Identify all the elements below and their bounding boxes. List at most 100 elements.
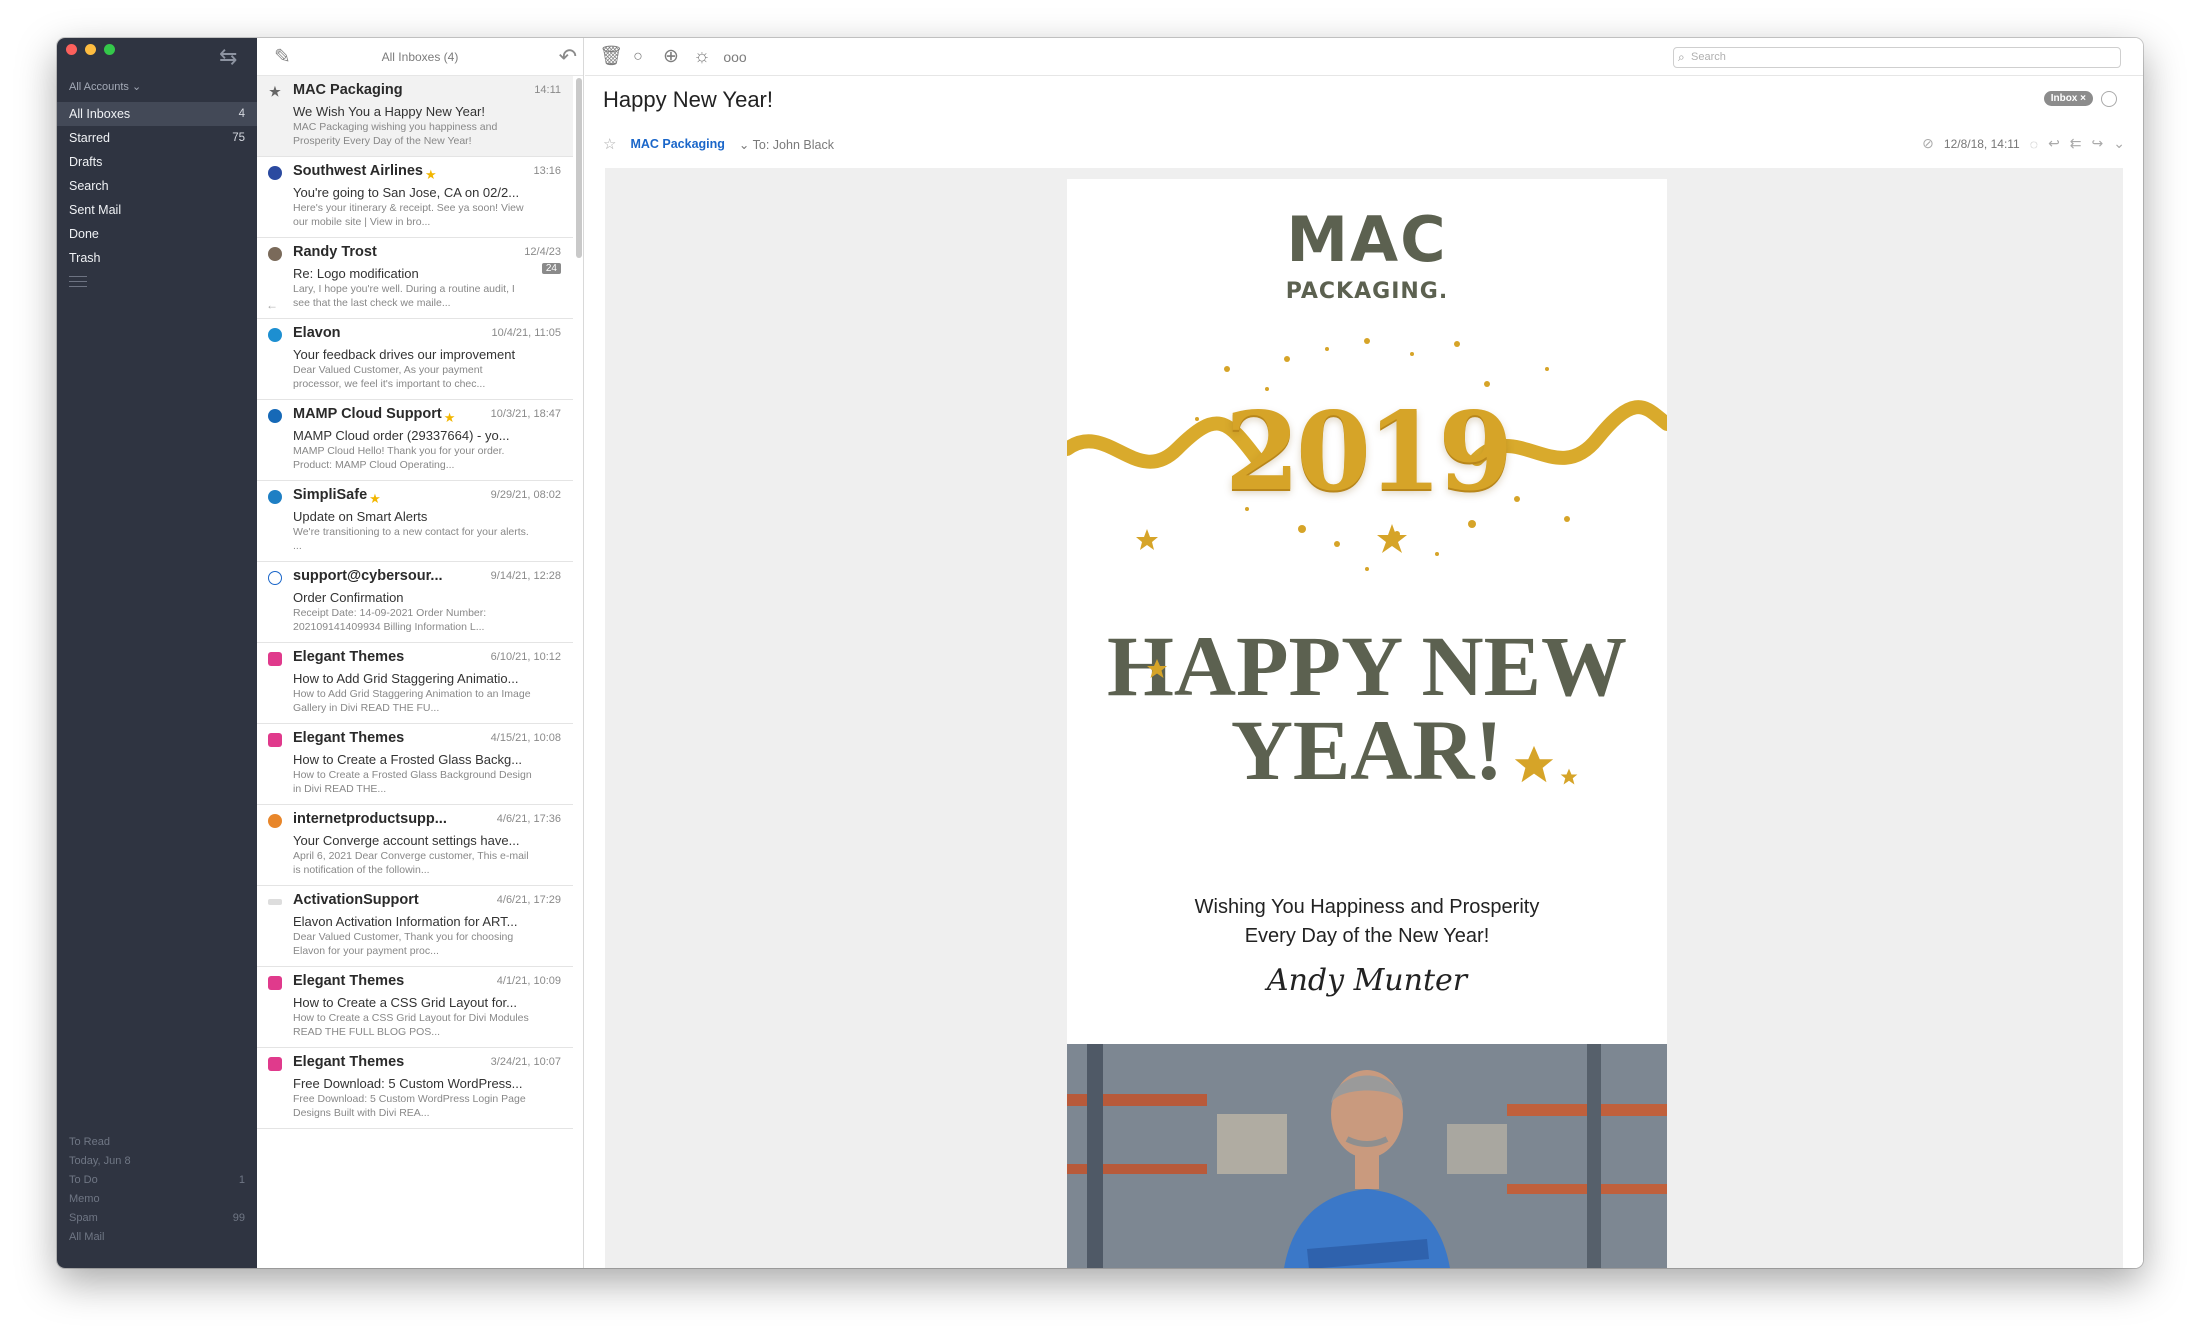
sidebar-item-starred[interactable]: Starred 75	[57, 126, 257, 150]
list-item[interactable]: Elegant Themes 4/15/21, 10:08 How to Cre…	[257, 724, 573, 805]
sidebar-item-label: All Mail	[69, 1231, 105, 1243]
list-item[interactable]: MAMP Cloud Support ★ 10/3/21, 18:47 MAMP …	[257, 400, 573, 481]
sidebar-item-label: Memo	[69, 1193, 100, 1205]
message-list-pane: ✎ All Inboxes (4) ↶ ★ MAC Packaging 14:1…	[257, 38, 584, 1268]
sidebar-item-label: Search	[69, 179, 109, 193]
sidebar-item-label: Trash	[69, 251, 101, 265]
message-date: 10/3/21, 18:47	[490, 408, 561, 420]
message-sender: Elegant Themes	[293, 649, 405, 665]
star-icon[interactable]: ☆	[603, 135, 616, 153]
sidebar-item-label: Starred	[69, 131, 110, 145]
more-actions-icon[interactable]: ooo	[722, 45, 748, 69]
move-icon[interactable]: ⊕	[658, 45, 684, 69]
sidebar-item-to-read[interactable]: To Read	[57, 1136, 257, 1155]
list-item[interactable]: Elavon 10/4/21, 11:05 Your feedback driv…	[257, 319, 573, 400]
message-preview: Dear Valued Customer, Thank you for choo…	[293, 931, 514, 957]
message-subject: How to Create a CSS Grid Layout for...	[293, 995, 517, 1010]
message-sender: MAC Packaging	[293, 82, 403, 98]
sender-avatar-icon	[268, 899, 282, 905]
recipient-line[interactable]: ⌄ To: John Black	[739, 137, 834, 152]
sidebar-item-all-mail[interactable]: All Mail	[57, 1231, 257, 1250]
more-mailboxes-icon[interactable]	[69, 276, 87, 287]
sender-avatar-icon	[268, 1057, 282, 1071]
sender-avatar-icon	[268, 814, 282, 828]
message-date: 4/15/21, 10:08	[490, 732, 561, 744]
star-decoration-icon	[1514, 745, 1554, 783]
reply-icon[interactable]: ↩	[2048, 135, 2060, 152]
reply-all-icon[interactable]: ↶	[559, 44, 577, 70]
list-item[interactable]: support@cybersour... 9/14/21, 12:28 Orde…	[257, 562, 573, 643]
message-date: 9/14/21, 12:28	[490, 570, 561, 582]
list-item[interactable]: internetproductsupp... 4/6/21, 17:36 You…	[257, 805, 573, 886]
sender-name[interactable]: MAC Packaging	[630, 137, 724, 151]
mark-done-button[interactable]	[2101, 91, 2117, 107]
sidebar-item-to-do[interactable]: To Do 1	[57, 1174, 257, 1193]
zoom-window-button[interactable]	[104, 44, 115, 55]
close-window-button[interactable]	[66, 44, 77, 55]
search-input[interactable]: ⌕ Search	[1673, 47, 2121, 68]
message-date: 12/4/23	[524, 246, 561, 258]
message-sender: ActivationSupport	[293, 892, 419, 908]
sidebar-item-label: Drafts	[69, 155, 103, 169]
sender-avatar-icon	[268, 652, 282, 666]
sidebar-item-spam[interactable]: Spam 99	[57, 1212, 257, 1231]
mark-done-icon[interactable]: ○	[625, 45, 651, 69]
list-item[interactable]: Southwest Airlines ★ 13:16 You're going t…	[257, 157, 573, 238]
message-datetime: 12/8/18, 14:11	[1943, 136, 2020, 151]
list-item[interactable]: SimpliSafe ★ 9/29/21, 08:02 Update on Sma…	[257, 481, 573, 562]
reader-toolbar: 🗑 ○ ⊕ ☼ ooo ⌕ Search	[585, 38, 2143, 76]
message-date: 14:11	[534, 84, 561, 96]
message-subject: MAMP Cloud order (29337664) - yo...	[293, 428, 510, 443]
inbox-tag[interactable]: Inbox ×	[2043, 91, 2093, 106]
forward-icon[interactable]: ↪	[2092, 135, 2104, 152]
snooze-icon[interactable]: ☼	[689, 45, 715, 69]
greeting-line-2: Every Day of the New Year!	[1244, 925, 1490, 947]
list-item[interactable]: Elegant Themes 4/1/21, 10:09 How to Crea…	[257, 967, 573, 1048]
minimize-window-button[interactable]	[85, 44, 96, 55]
trash-icon[interactable]: 🗑	[598, 45, 624, 69]
message-sender: internetproductsupp...	[293, 811, 447, 827]
list-scrollbar[interactable]	[576, 78, 582, 258]
star-decoration-icon	[1147, 659, 1167, 678]
thread-count-badge: 24	[541, 263, 561, 274]
message-preview: Dear Valued Customer, As your payment pr…	[293, 364, 486, 390]
list-item[interactable]: ActivationSupport 4/6/21, 17:29 Elavon A…	[257, 886, 573, 967]
list-item[interactable]: Elegant Themes 3/24/21, 10:07 Free Downl…	[257, 1048, 573, 1129]
message-date: 9/29/21, 08:02	[490, 489, 561, 501]
replied-icon: ←	[266, 298, 278, 312]
sender-avatar-icon	[268, 166, 282, 180]
list-item[interactable]: Elegant Themes 6/10/21, 10:12 How to Add…	[257, 643, 573, 724]
sender-avatar-icon	[268, 409, 282, 423]
sender-avatar-icon	[268, 328, 282, 342]
message-preview: MAMP Cloud Hello! Thank you for your ord…	[293, 445, 505, 471]
mailbox-list: All Inboxes 4 Starred 75 Drafts Search Sen…	[57, 102, 257, 291]
sidebar-item-all-inboxes[interactable]: All Inboxes 4	[57, 102, 257, 126]
search-placeholder: Search	[1691, 51, 1726, 63]
message-subject: Your feedback drives our improvement	[293, 347, 516, 362]
sidebar-item-count: 4	[238, 108, 245, 120]
star-icon[interactable]: ★	[268, 85, 282, 99]
attachment-icon[interactable]: ⊘	[1922, 135, 1934, 152]
sidebar-item-done[interactable]: Done	[57, 222, 257, 246]
comment-icon[interactable]: ◌	[2030, 136, 2038, 152]
message-preview: How to Add Grid Staggering Animation to …	[293, 688, 531, 714]
accounts-selector[interactable]: All Accounts ⌄	[69, 80, 141, 93]
sender-avatar-icon	[268, 976, 282, 990]
sync-icon[interactable]: ⇆	[219, 46, 237, 68]
chevron-down-icon[interactable]: ⌄	[2113, 135, 2125, 152]
sidebar-item-search[interactable]: Search	[57, 174, 257, 198]
sidebar-item-sent-mail[interactable]: Sent Mail	[57, 198, 257, 222]
message-sender: Elavon	[293, 325, 341, 341]
sidebar-item-drafts[interactable]: Drafts	[57, 150, 257, 174]
sidebar-item-trash[interactable]: Trash	[57, 246, 257, 270]
message-date: 4/1/21, 10:09	[496, 975, 561, 987]
sidebar-item-today[interactable]: Today, Jun 8	[57, 1155, 257, 1174]
sidebar-item-label: Today, Jun 8	[69, 1155, 131, 1167]
message-date: 4/6/21, 17:36	[496, 813, 561, 825]
list-item[interactable]: ★ MAC Packaging 14:11 We Wish You a Happ…	[257, 76, 573, 157]
reply-all-icon[interactable]: ⇇	[2070, 135, 2082, 152]
sidebar-item-label: Spam	[69, 1212, 98, 1224]
list-item[interactable]: Randy Trost 12/4/23 24 Re: Logo modifica…	[257, 238, 573, 319]
sidebar-item-label: To Do	[69, 1174, 98, 1186]
sidebar-item-memo[interactable]: Memo	[57, 1193, 257, 1212]
